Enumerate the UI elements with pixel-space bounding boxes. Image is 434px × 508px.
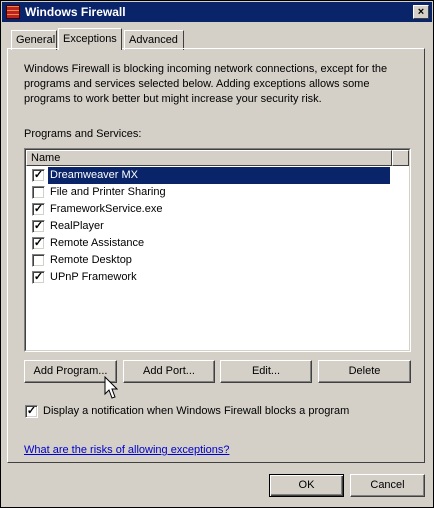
list-item-label: Dreamweaver MX <box>48 167 390 184</box>
list-item[interactable]: ✓ Dreamweaver MX <box>28 167 392 184</box>
programs-list-label: Programs and Services: <box>24 128 142 140</box>
list-item-label: RealPlayer <box>50 220 104 232</box>
mouse-cursor-icon <box>104 376 118 399</box>
list-item-label: File and Printer Sharing <box>50 186 166 198</box>
title-bar[interactable]: Windows Firewall × <box>2 2 432 22</box>
list-item[interactable]: Remote Desktop <box>28 252 392 269</box>
tab-advanced[interactable]: Advanced <box>124 30 184 50</box>
list-item[interactable]: File and Printer Sharing <box>28 184 392 201</box>
list-item-checkbox[interactable]: ✓ <box>32 237 45 250</box>
edit-button[interactable]: Edit... <box>220 360 312 383</box>
exceptions-description: Windows Firewall is blocking incoming ne… <box>24 63 388 105</box>
cancel-button[interactable]: Cancel <box>350 474 425 497</box>
exceptions-risk-link[interactable]: What are the risks of allowing exception… <box>24 444 229 456</box>
list-item-label: UPnP Framework <box>50 271 137 283</box>
list-item[interactable]: ✓ UPnP Framework <box>28 269 392 286</box>
list-item-label: FrameworkService.exe <box>50 203 163 215</box>
close-button[interactable]: × <box>413 5 429 19</box>
column-header-filler <box>392 150 409 166</box>
list-item-checkbox[interactable]: ✓ <box>32 169 45 182</box>
list-item[interactable]: ✓ RealPlayer <box>28 218 392 235</box>
notification-label: Display a notification when Windows Fire… <box>43 405 350 417</box>
list-item[interactable]: ✓ Remote Assistance <box>28 235 392 252</box>
tab-general[interactable]: General <box>11 30 57 50</box>
programs-list[interactable]: Name ✓ Dreamweaver MX File and Printer Sha… <box>24 148 411 352</box>
list-item[interactable]: ✓ FrameworkService.exe <box>28 201 392 218</box>
list-item-label: Remote Assistance <box>50 237 145 249</box>
list-item-checkbox[interactable] <box>32 186 45 199</box>
delete-button[interactable]: Delete <box>318 360 411 383</box>
ok-button[interactable]: OK <box>269 474 344 497</box>
notification-checkbox[interactable]: ✓ <box>25 405 38 418</box>
tab-exceptions[interactable]: Exceptions <box>58 28 122 50</box>
firewall-icon <box>6 5 20 19</box>
list-item-checkbox[interactable]: ✓ <box>32 203 45 216</box>
window-title: Windows Firewall <box>25 5 126 19</box>
list-item-checkbox[interactable] <box>32 254 45 267</box>
list-item-label: Remote Desktop <box>50 254 132 266</box>
add-port-button[interactable]: Add Port... <box>123 360 215 383</box>
column-header-name[interactable]: Name <box>26 150 392 166</box>
list-item-checkbox[interactable]: ✓ <box>32 220 45 233</box>
list-item-checkbox[interactable]: ✓ <box>32 271 45 284</box>
